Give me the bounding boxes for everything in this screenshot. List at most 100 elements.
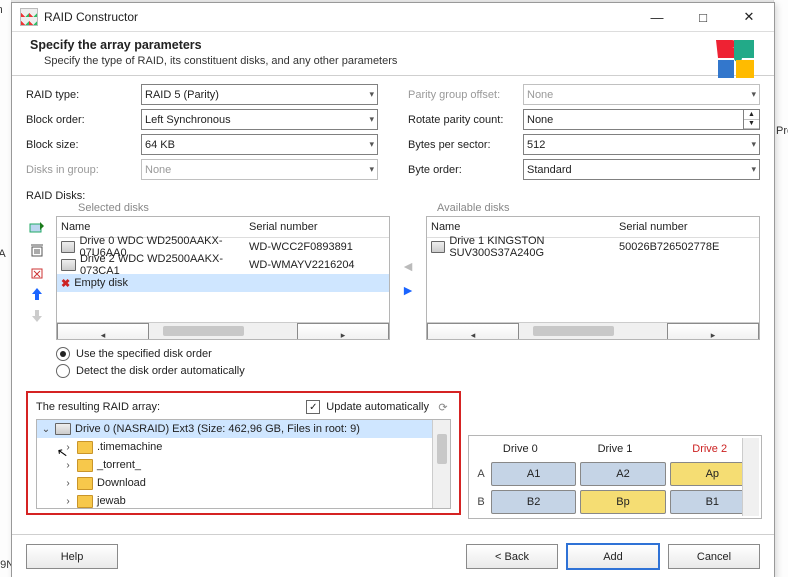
tree-node[interactable]: › Download [37, 474, 450, 492]
cancel-button[interactable]: Cancel [668, 544, 760, 569]
radio-icon [56, 364, 70, 378]
tree-root[interactable]: ⌄ Drive 0 (NASRAID) Ext3 (Size: 462,96 G… [37, 420, 450, 438]
disks-in-group-select: None▾ [141, 159, 378, 180]
titlebar: RAID Constructor ― □ ✕ [12, 3, 774, 32]
parity-offset-label: Parity group offset: [408, 89, 523, 101]
drive-row: BB2BpB1 [473, 490, 757, 514]
result-label: The resulting RAID array: [36, 401, 160, 413]
selected-disks-label: Selected disks [78, 202, 401, 214]
chevron-down-icon: ▾ [751, 164, 756, 175]
disk-serial: WD-WCC2F0893891 [249, 241, 389, 253]
folder-icon [77, 477, 93, 490]
radio-label: Detect the disk order automatically [76, 365, 245, 377]
bg-text: Pre [776, 125, 788, 137]
move-right-icon[interactable]: ► [401, 282, 415, 298]
available-disks-label: Available disks [437, 202, 760, 214]
tree-node[interactable]: › jewab [37, 492, 450, 509]
wizard-header: Specify the array parameters Specify the… [12, 32, 774, 75]
help-button[interactable]: Help [26, 544, 118, 569]
row-label: B [473, 496, 489, 508]
wizard-footer: Help < Back Add Cancel [12, 534, 774, 577]
hdd-icon [55, 423, 71, 435]
block-size-select[interactable]: 64 KB▾ [141, 134, 378, 155]
chevron-down-icon: ▾ [751, 89, 756, 100]
block-cell[interactable]: Bp [580, 490, 665, 514]
byte-order-label: Byte order: [408, 164, 523, 176]
move-up-icon[interactable] [29, 286, 45, 302]
expand-icon[interactable]: › [63, 478, 73, 489]
v-scrollbar[interactable] [742, 438, 759, 516]
col-serial: Serial number [619, 221, 759, 233]
chevron-down-icon: ▾ [369, 139, 374, 150]
v-scrollbar[interactable] [432, 420, 450, 508]
close-button[interactable]: ✕ [726, 3, 772, 31]
raid-type-select[interactable]: RAID 5 (Parity)▾ [141, 84, 378, 105]
block-order-label: Block order: [26, 114, 141, 126]
hdd-icon [61, 241, 75, 253]
app-icon [20, 8, 38, 26]
wizard-title: Specify the array parameters [30, 38, 756, 52]
h-scrollbar[interactable]: ◂▸ [427, 322, 759, 339]
add-button[interactable]: Add [566, 543, 660, 570]
folder-icon [77, 441, 93, 454]
tree-node[interactable]: ›.timemachine [37, 438, 450, 456]
radio-detect-auto[interactable]: Detect the disk order automatically [56, 364, 760, 378]
move-left-icon: ◄ [401, 258, 415, 274]
radio-use-specified[interactable]: Use the specified disk order [56, 347, 760, 361]
block-size-label: Block size: [26, 139, 141, 151]
folder-icon [77, 495, 93, 508]
raid-disks-label: RAID Disks: [26, 190, 760, 202]
disk-row[interactable]: ✖Empty disk [57, 274, 389, 292]
disk-name: Empty disk [74, 277, 128, 289]
spin-up-icon[interactable]: ▲ [744, 110, 759, 120]
disk-row[interactable]: Drive 1 KINGSTON SUV300S37A240G50026B726… [427, 238, 759, 256]
expand-icon[interactable]: › [63, 496, 73, 507]
add-disk-icon[interactable] [29, 220, 45, 236]
disk-name: Drive 2 WDC WD2500AAKX-073CA1 [80, 253, 249, 277]
col-name: Name [427, 221, 619, 233]
tree-node[interactable]: › _torrent_ [37, 456, 450, 474]
maximize-button[interactable]: □ [680, 3, 726, 31]
parity-offset-select: None▾ [523, 84, 760, 105]
block-cell[interactable]: A1 [491, 462, 576, 486]
bytes-per-sector-select[interactable]: 512▾ [523, 134, 760, 155]
h-scrollbar[interactable]: ◂▸ [57, 322, 389, 339]
tree-root-label: Drive 0 (NASRAID) Ext3 (Size: 462,96 GB,… [75, 423, 360, 435]
disk-name: Drive 1 KINGSTON SUV300S37A240G [449, 235, 619, 259]
minimize-button[interactable]: ― [634, 3, 680, 31]
delete-disk-icon[interactable] [29, 242, 45, 258]
tree-label: Download [97, 477, 146, 489]
tree-label: jewab [97, 495, 126, 507]
selected-disks-panel[interactable]: Name Serial number Drive 0 WDC WD2500AAK… [56, 216, 390, 340]
hdd-icon [61, 259, 76, 271]
block-order-select[interactable]: Left Synchronous▾ [141, 109, 378, 130]
update-auto-checkbox[interactable]: ✓ [306, 400, 320, 414]
back-button[interactable]: < Back [466, 544, 558, 569]
block-cell[interactable]: A2 [580, 462, 665, 486]
clear-disks-icon[interactable] [29, 264, 45, 280]
refresh-icon[interactable]: ⟳ [435, 399, 451, 415]
tree-label: _torrent_ [97, 459, 141, 471]
drive-row: AA1A2Ap [473, 462, 757, 486]
move-down-icon [29, 308, 45, 324]
expand-icon[interactable]: › [63, 460, 73, 471]
chevron-down-icon: ▾ [369, 89, 374, 100]
byte-order-select[interactable]: Standard▾ [523, 159, 760, 180]
chevron-down-icon: ▾ [369, 114, 374, 125]
available-disks-panel[interactable]: Name Serial number Drive 1 KINGSTON SUV3… [426, 216, 760, 340]
block-cell[interactable]: B2 [491, 490, 576, 514]
window-title: RAID Constructor [44, 10, 138, 24]
puzzle-icon [714, 36, 762, 84]
rotate-parity-label: Rotate parity count: [408, 114, 523, 126]
col-name: Name [57, 221, 249, 233]
radio-label: Use the specified disk order [76, 348, 212, 360]
disk-row[interactable]: Drive 2 WDC WD2500AAKX-073CA1WD-WMAYV221… [57, 256, 389, 274]
spin-down-icon[interactable]: ▼ [744, 120, 759, 130]
chevron-down-icon: ▾ [751, 139, 756, 150]
collapse-icon[interactable]: ⌄ [41, 424, 51, 435]
rotate-parity-spinner[interactable]: None ▲▼ [523, 109, 760, 130]
result-tree[interactable]: ⌄ Drive 0 (NASRAID) Ext3 (Size: 462,96 G… [36, 419, 451, 509]
wizard-subtitle: Specify the type of RAID, its constituen… [44, 55, 756, 67]
bg-text: 537A [0, 248, 6, 260]
disks-in-group-label: Disks in group: [26, 164, 141, 176]
